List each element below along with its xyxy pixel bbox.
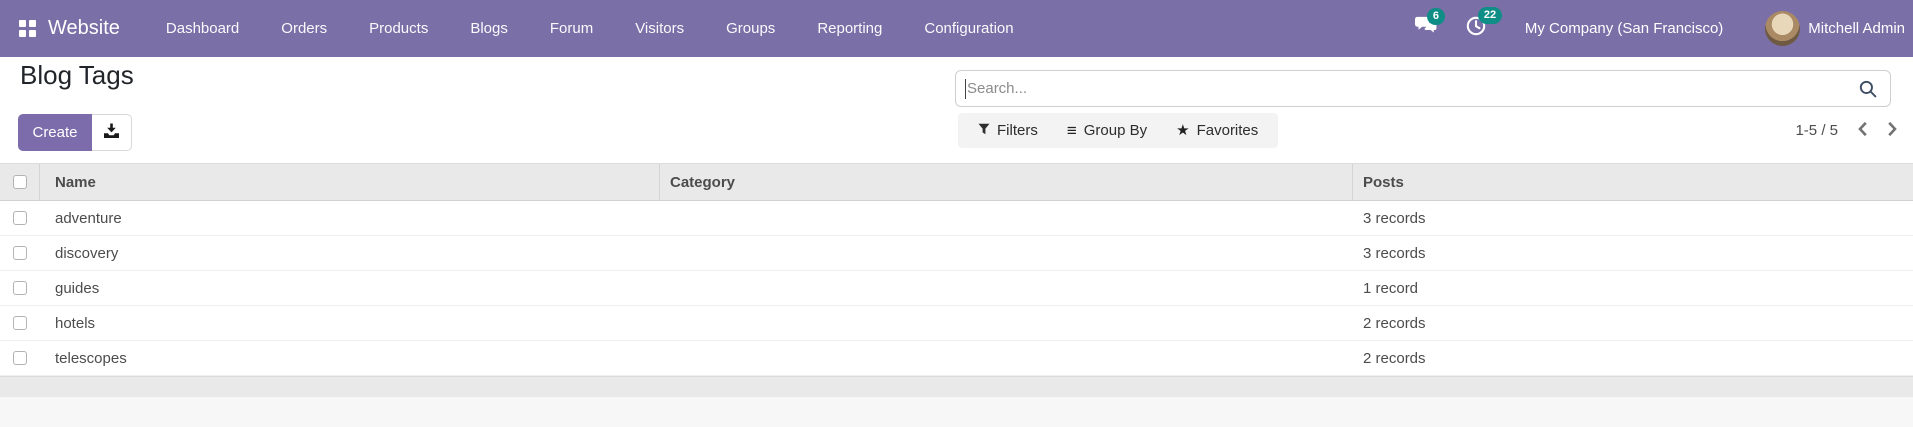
chevron-left-icon [1857,121,1868,140]
column-header-category[interactable]: Category [660,164,1353,200]
table-row-guides[interactable]: guides 1 record [0,271,1913,306]
app-window: Website Dashboard Orders Products Blogs … [0,0,1913,427]
table-header-row: Name Category Posts [0,163,1913,201]
cell-name: adventure [55,209,122,227]
menu-item-products[interactable]: Products [348,20,449,37]
navbar-right: 6 22 My Company (San Francisco) Mitchell… [1414,7,1913,46]
company-switcher[interactable]: My Company (San Francisco) [1525,20,1723,37]
cell-category [660,201,1353,235]
cell-posts: 2 records [1363,314,1426,332]
cell-category [660,341,1353,375]
search-input[interactable] [956,71,1890,106]
menu-item-dashboard[interactable]: Dashboard [145,20,260,37]
action-buttons: Create [18,114,132,151]
cell-name: discovery [55,244,119,262]
menu-item-blogs[interactable]: Blogs [449,20,529,37]
row-check-cell [0,236,40,270]
table-row-discovery[interactable]: discovery 3 records [0,236,1913,271]
pager-range: 1-5 / 5 [1795,122,1838,139]
apps-menu-icon[interactable] [19,20,36,37]
cell-category [660,306,1353,340]
row-check-cell [0,271,40,305]
row-checkbox[interactable] [13,351,27,365]
table-row-hotels[interactable]: hotels 2 records [0,306,1913,341]
avatar [1765,11,1801,46]
group-by-button[interactable]: ≡ Group By [1067,122,1147,139]
select-all-cell [0,164,40,200]
cell-name: guides [55,279,100,297]
top-navbar: Website Dashboard Orders Products Blogs … [0,0,1913,57]
pager-previous-button[interactable] [1857,121,1868,140]
menu-item-reporting[interactable]: Reporting [796,20,903,37]
cell-posts: 1 record [1363,279,1419,297]
search-bar [955,70,1891,107]
export-button[interactable] [92,114,132,151]
row-check-cell [0,306,40,340]
cell-name: telescopes [55,349,127,367]
text-cursor [965,79,966,99]
menu-item-groups[interactable]: Groups [705,20,796,37]
page-title: Blog Tags [20,60,134,90]
messages-button[interactable]: 6 [1414,7,1446,42]
star-icon: ★ [1176,122,1190,139]
activities-badge: 22 [1477,7,1503,24]
row-checkbox[interactable] [13,211,27,225]
bars-icon: ≡ [1066,121,1077,140]
empty-area [0,397,1913,427]
table-row-adventure[interactable]: adventure 3 records [0,201,1913,236]
table-end-band [0,376,1913,397]
main-menu: Dashboard Orders Products Blogs Forum Vi… [145,0,1035,57]
row-checkbox[interactable] [13,281,27,295]
messages-badge: 6 [1426,7,1446,25]
filters-label: Filters [997,122,1038,139]
row-check-cell [0,341,40,375]
menu-item-configuration[interactable]: Configuration [903,20,1034,37]
cell-category [660,236,1353,270]
row-check-cell [0,201,40,235]
row-checkbox[interactable] [13,246,27,260]
search-options-bar: Filters ≡ Group By ★ Favorites [958,113,1279,148]
activities-button[interactable]: 22 [1465,7,1503,42]
column-header-name[interactable]: Name [40,164,660,200]
filters-button[interactable]: Filters [978,122,1038,139]
cell-posts: 2 records [1363,349,1426,367]
pager-next-button[interactable] [1887,121,1898,140]
table-row-telescopes[interactable]: telescopes 2 records [0,341,1913,376]
menu-item-visitors[interactable]: Visitors [614,20,705,37]
row-checkbox[interactable] [13,316,27,330]
create-button[interactable]: Create [18,114,92,151]
column-header-posts[interactable]: Posts [1353,174,1913,191]
select-all-checkbox[interactable] [12,175,27,189]
cell-name: hotels [55,314,96,332]
cell-category [660,271,1353,305]
user-menu[interactable]: Mitchell Admin [1765,11,1905,46]
menu-item-orders[interactable]: Orders [260,20,348,37]
menu-item-forum[interactable]: Forum [529,20,614,37]
filter-funnel-icon [978,122,990,139]
favorites-label: Favorites [1196,122,1259,139]
list-table: Name Category Posts adventure 3 records … [0,163,1913,427]
pager: 1-5 / 5 [1795,113,1898,148]
app-brand[interactable]: Website [48,17,120,40]
cell-posts: 3 records [1363,244,1426,262]
favorites-button[interactable]: ★ Favorites [1176,122,1258,139]
download-icon [103,123,120,142]
cell-posts: 3 records [1363,209,1426,227]
user-name: Mitchell Admin [1808,20,1905,37]
grid-icon [19,20,36,37]
search-icon [1859,80,1877,103]
group-by-label: Group By [1083,122,1148,139]
chevron-right-icon [1887,121,1898,140]
